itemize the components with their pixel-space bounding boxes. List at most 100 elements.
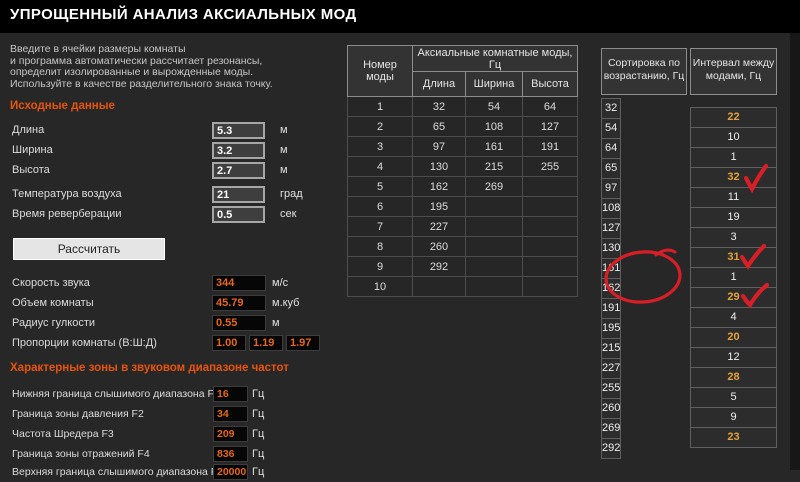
length-row: Длина м [0,122,346,140]
zone-f5-value: 20000 [213,464,248,480]
right-edge-strip [790,33,800,470]
interval-cell: 5 [690,387,777,408]
boom-radius-label: Радиус гулкости [12,317,96,329]
table-row: 5 162 269 [347,176,578,197]
intro-line: Используйте в качестве разделительного з… [10,77,273,90]
width-row: Ширина м [0,142,346,160]
zone-f4-row: Граница зоны отражений F4 836 Гц [0,446,346,464]
zone-f1-value: 16 [213,386,248,402]
table-row: 9 292 [347,256,578,277]
page-title: УПРОЩЕННЫЙ АНАЛИЗ АКСИАЛЬНЫХ МОД [10,6,357,23]
height-row: Высота м [0,162,346,180]
source-data-heading: Исходные данные [10,100,115,112]
boom-radius-row: Радиус гулкости 0.55 м [0,315,346,333]
proportion-value-2: 1.19 [249,335,283,351]
sound-speed-row: Скорость звука 344 м/с [0,275,346,293]
room-volume-value: 45.79 [212,295,266,311]
interval-cell: 19 [690,207,777,228]
length-input[interactable] [212,122,265,139]
zone-f2-label: Граница зоны давления F2 [12,408,144,420]
interval-cell: 3 [690,227,777,248]
reverb-input[interactable] [212,206,265,223]
sorted-column: 32 54 64 65 97 108 127 130 161 162 191 1… [601,98,622,459]
room-volume-unit: м.куб [272,297,300,309]
sorted-cell: 32 [601,98,622,119]
interval-cell: 4 [690,307,777,328]
sound-speed-value: 344 [212,275,266,291]
intro-line: определит изолированные и вырожденные мо… [10,66,254,78]
height-label: Высота [12,164,50,176]
proportion-value-1: 1.00 [212,335,246,351]
proportions-row: Пропорции комнаты (В:Ш:Д) 1.00 1.19 1.97 [0,335,346,353]
intro-text: Введите в ячейки размеры комнаты и прогр… [10,43,350,90]
zone-f3-label: Частота Шредера F3 [12,428,114,440]
temperature-unit: град [280,188,303,200]
width-unit: м [280,144,288,156]
reverb-row: Время реверберации сек [0,206,346,224]
table-row: 6 195 [347,196,578,217]
table-row: 1 32 54 64 [347,96,578,117]
interval-column-header: Интервал между модами, Гц [690,48,777,95]
room-volume-row: Объем комнаты 45.79 м.куб [0,295,346,313]
zone-f3-unit: Гц [252,428,265,440]
modes-group-header: Аксиальные комнатные моды, Гц [412,45,578,72]
modes-sub-header-height: Высота [522,71,578,97]
height-input[interactable] [212,162,265,179]
zone-f4-value: 836 [213,446,248,462]
sorted-cell: 97 [601,178,622,199]
height-unit: м [280,164,288,176]
sorted-cell: 108 [601,198,622,219]
sorted-cell: 161 [601,258,622,279]
zone-f5-row: Верхняя граница слышимого диапазона F5 2… [0,464,346,482]
zone-f4-label: Граница зоны отражений F4 [12,448,150,460]
sorted-cell: 64 [601,138,622,159]
interval-cell: 1 [690,147,777,168]
sorted-cell: 130 [601,238,622,259]
zone-f1-label: Нижняя граница слышимого диапазона F1 [12,388,220,400]
interval-cell: 20 [690,327,777,348]
boom-radius-unit: м [272,317,280,329]
interval-cell: 28 [690,367,777,388]
temperature-input[interactable] [212,186,265,203]
red-circle-tail [654,248,677,257]
sorted-cell: 255 [601,378,622,399]
table-row: 3 97 161 191 [347,136,578,157]
calculate-button[interactable]: Рассчитать [13,238,165,260]
zone-f5-unit: Гц [252,466,265,478]
zones-heading: Характерные зоны в звуковом диапазоне ча… [10,362,289,374]
boom-radius-value: 0.55 [212,315,266,331]
sound-speed-unit: м/с [272,277,289,289]
reverb-unit: сек [280,208,297,220]
interval-cell: 11 [690,187,777,208]
table-row: 4 130 215 255 [347,156,578,177]
modes-sub-header-width: Ширина [465,71,523,97]
zone-f4-unit: Гц [252,448,265,460]
length-label: Длина [12,124,45,136]
sorted-cell: 195 [601,318,622,339]
interval-cell: 32 [690,167,777,188]
reverb-label: Время реверберации [12,208,122,220]
modes-table: Номер моды Аксиальные комнатные моды, Гц… [347,45,578,297]
room-volume-label: Объем комнаты [12,297,94,309]
proportions-label: Пропорции комнаты (В:Ш:Д) [12,337,157,349]
modes-corner-header: Номер моды [347,45,413,97]
zone-f3-value: 209 [213,426,248,442]
sorted-cell: 54 [601,118,622,139]
length-unit: м [280,124,288,136]
interval-cell: 9 [690,407,777,428]
table-row: 10 [347,276,578,297]
modes-sub-header-length: Длина [412,71,466,97]
zone-f2-value: 34 [213,406,248,422]
sorted-cell: 215 [601,338,622,359]
temperature-label: Температура воздуха [12,188,122,200]
table-row: 2 65 108 127 [347,116,578,137]
interval-column: 22 10 1 32 11 19 3 31 1 29 4 20 12 28 5 … [690,107,777,448]
zone-f5-label: Верхняя граница слышимого диапазона F5 [12,466,224,478]
sorted-cell: 191 [601,298,622,319]
width-input[interactable] [212,142,265,159]
sorted-cell: 292 [601,438,622,459]
intro-line: Введите в ячейки размеры комнаты [10,43,186,55]
zone-f3-row: Частота Шредера F3 209 Гц [0,426,346,444]
title-bar: УПРОЩЕННЫЙ АНАЛИЗ АКСИАЛЬНЫХ МОД [0,0,800,33]
sound-speed-label: Скорость звука [12,277,90,289]
